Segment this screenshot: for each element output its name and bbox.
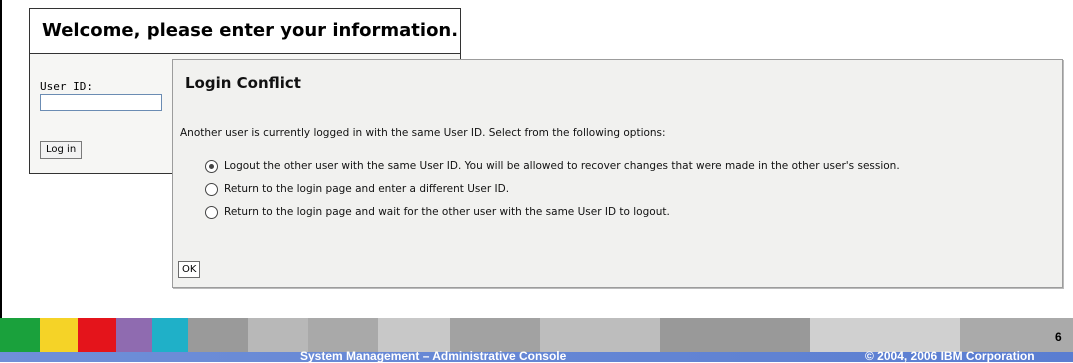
color-tile [152,318,188,352]
radio-unselected-icon[interactable] [205,205,218,219]
color-tile [660,318,810,352]
slide-footer: 6 System Management – Administrative Con… [0,318,1073,363]
color-strip [0,318,1073,352]
color-tile [378,318,450,352]
dialog-title: Login Conflict [185,74,301,92]
color-tile [308,318,378,352]
color-tile [188,318,248,352]
frame-left-border [0,0,2,318]
dialog-message: Another user is currently logged in with… [180,127,666,139]
login-header: Welcome, please enter your information. [30,9,460,54]
color-tile [450,318,540,352]
page-number: 6 [1055,330,1062,344]
radio-unselected-icon[interactable] [205,182,218,196]
user-id-input[interactable] [40,94,162,111]
color-tile [0,318,40,352]
color-tile [40,318,78,352]
footer-copyright: © 2004, 2006 IBM Corporation [865,349,1035,363]
color-tile [116,318,152,352]
login-button[interactable]: Log in [40,141,83,159]
option-label: Return to the login page and enter a dif… [224,183,510,195]
ok-button[interactable]: OK [178,261,201,278]
color-tile [248,318,308,352]
footer-title: System Management – Administrative Conso… [300,349,567,363]
option-label: Return to the login page and wait for th… [224,206,670,218]
radio-selected-icon[interactable] [205,159,218,173]
color-tile [540,318,660,352]
option-wait-for-logout[interactable]: Return to the login page and wait for th… [205,205,670,219]
login-conflict-dialog: Login Conflict Another user is currently… [172,59,1063,288]
user-id-label: User ID: [40,80,93,93]
option-enter-different-user[interactable]: Return to the login page and enter a dif… [205,182,509,196]
option-label: Logout the other user with the same User… [224,160,900,172]
color-tile [810,318,960,352]
option-logout-other-user[interactable]: Logout the other user with the same User… [205,159,900,173]
color-tile [78,318,116,352]
